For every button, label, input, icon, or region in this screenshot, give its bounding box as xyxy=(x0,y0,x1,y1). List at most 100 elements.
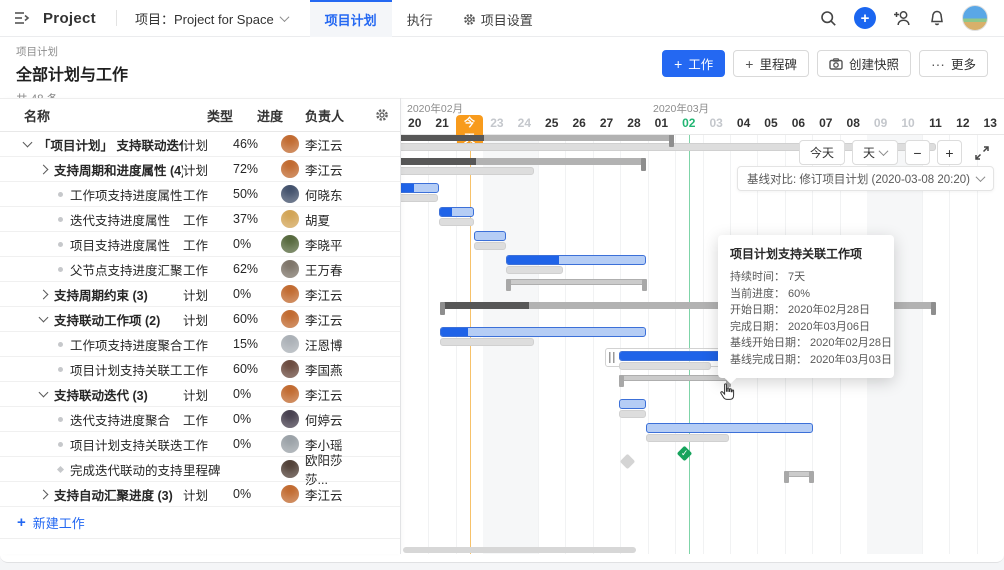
task-bar[interactable] xyxy=(439,207,474,217)
row-type: 计划 xyxy=(183,313,209,328)
collapse-caret-icon[interactable] xyxy=(38,312,49,323)
gantt-horizontal-scrollbar[interactable] xyxy=(403,547,636,553)
table-row[interactable]: 支持联动迭代 (3) 计划 0% 李江云 xyxy=(0,382,400,407)
tab-execute[interactable]: 执行 xyxy=(392,0,448,37)
expand-caret-icon[interactable] xyxy=(38,164,49,174)
summary-bar[interactable] xyxy=(401,158,646,171)
gantt-day-28[interactable]: 28 xyxy=(620,115,647,134)
gantt-day-07[interactable]: 07 xyxy=(812,115,839,134)
table-row[interactable]: 「项目计划」 支持联动迭代和... (5)计划 46% 李江云 xyxy=(0,132,400,157)
table-row[interactable]: 迭代支持进度属性 工作 37% 胡夏 xyxy=(0,207,400,232)
gantt-day-24[interactable]: 24 xyxy=(511,115,538,134)
gantt-day-03[interactable]: 03 xyxy=(702,115,729,134)
col-progress[interactable]: 进度 xyxy=(257,106,305,125)
col-owner[interactable]: 负责人 xyxy=(305,106,364,125)
gantt-day-25[interactable]: 25 xyxy=(538,115,565,134)
baseline-compare-select[interactable]: 基线对比: 修订项目计划 (2020-03-08 20:20) xyxy=(736,166,994,191)
table-row[interactable]: 工作项支持进度聚合 工作 15% 汪恩博 xyxy=(0,332,400,357)
invite-member-icon[interactable] xyxy=(893,10,912,26)
owner-name: 李江云 xyxy=(305,388,343,403)
task-bar[interactable] xyxy=(440,327,646,337)
gantt-day-08[interactable]: 08 xyxy=(840,115,867,134)
fullscreen-icon[interactable] xyxy=(969,140,994,165)
owner-name: 李江云 xyxy=(305,288,343,303)
owner-name: 李晓平 xyxy=(305,238,343,253)
table-row[interactable]: 支持周期约束 (3) 计划 0% 李江云 xyxy=(0,282,400,307)
collapse-sidebar-icon[interactable] xyxy=(14,11,31,25)
milestone-done-icon[interactable]: ✓ xyxy=(676,445,693,462)
gantt-day-21[interactable]: 21 xyxy=(428,115,455,134)
row-name-text: 支持周期和进度属性 (4) xyxy=(54,163,183,178)
table-row[interactable]: 工作项支持进度属性 工作 50% 何晓东 xyxy=(0,182,400,207)
zoom-in-button[interactable]: + xyxy=(937,140,962,165)
month-label: 2020年03月 xyxy=(653,103,710,115)
gantt-day-26[interactable]: 26 xyxy=(565,115,592,134)
summary-empty-bar[interactable] xyxy=(784,471,814,483)
table-row[interactable]: 迭代支持进度聚合 工作 0% 何婷云 xyxy=(0,407,400,432)
gantt-day-02[interactable]: 02 xyxy=(675,115,702,134)
table-row[interactable]: 项目支持进度属性 工作 0% 李晓平 xyxy=(0,232,400,257)
product-logo[interactable]: Project xyxy=(43,10,96,27)
row-type: 工作 xyxy=(183,263,209,278)
gantt-day-10[interactable]: 10 xyxy=(894,115,921,134)
owner-avatar xyxy=(281,360,299,378)
gear-icon xyxy=(463,13,475,25)
gantt-day-01[interactable]: 01 xyxy=(648,115,675,134)
gantt-day-20[interactable]: 20 xyxy=(401,115,428,134)
summary-empty-bar[interactable] xyxy=(619,375,731,387)
task-bar[interactable] xyxy=(474,231,506,241)
gantt-day-06[interactable]: 06 xyxy=(785,115,812,134)
gantt-day-23[interactable]: 23 xyxy=(483,115,510,134)
gantt-day-09[interactable]: 09 xyxy=(867,115,894,134)
task-bar[interactable] xyxy=(506,255,646,265)
gantt-day-04[interactable]: 04 xyxy=(730,115,757,134)
owner-avatar xyxy=(281,285,299,303)
tab-project-plan[interactable]: 项目计划 xyxy=(309,0,392,37)
goto-today-button[interactable]: 今天 xyxy=(798,140,845,165)
add-milestone-button[interactable]: + 里程碑 xyxy=(733,50,809,77)
milestone-baseline-icon[interactable] xyxy=(619,453,636,470)
expand-caret-icon[interactable] xyxy=(38,489,49,499)
table-row[interactable]: 支持联动工作项 (2) 计划 60% 李江云 xyxy=(0,307,400,332)
time-unit-select[interactable]: 天 xyxy=(851,140,898,165)
table-settings-gear-icon[interactable] xyxy=(364,108,400,122)
tab-project-settings[interactable]: 项目设置 xyxy=(448,0,548,37)
table-row[interactable]: 支持自动汇聚进度 (3) 计划 0% 李江云 xyxy=(0,482,400,507)
user-avatar[interactable] xyxy=(962,5,988,31)
row-name-cell: 完成迭代联动的支持 xyxy=(0,460,183,479)
collapse-caret-icon[interactable] xyxy=(22,137,33,148)
gantt-day-27[interactable]: 27 xyxy=(593,115,620,134)
header-actions: + 工作 + 里程碑 创建快照 ··· 更多 xyxy=(662,44,988,98)
search-icon[interactable] xyxy=(820,10,837,27)
table-row[interactable]: 父节点支持进度汇聚 工作 62% 王万春 xyxy=(0,257,400,282)
task-bar[interactable] xyxy=(646,423,813,433)
summary-cap-right xyxy=(931,302,936,315)
collapse-caret-icon[interactable] xyxy=(38,387,49,398)
new-work-button[interactable]: + 新建工作 xyxy=(0,507,400,539)
more-button[interactable]: ··· 更多 xyxy=(918,50,988,77)
create-snapshot-button[interactable]: 创建快照 xyxy=(816,50,911,77)
add-work-button[interactable]: + 工作 xyxy=(662,50,726,77)
table-row[interactable]: 项目计划支持关联工作项工作 60% 李国燕 xyxy=(0,357,400,382)
gantt-day-05[interactable]: 05 xyxy=(757,115,784,134)
drag-handle-left[interactable] xyxy=(608,352,616,363)
col-name[interactable]: 名称 xyxy=(0,106,207,125)
gantt-day-11[interactable]: 11 xyxy=(922,115,949,134)
ellipsis-icon: ··· xyxy=(930,55,945,72)
summary-cap-left xyxy=(506,279,511,291)
project-switcher[interactable]: 项目：Project for Space xyxy=(127,9,296,28)
create-plus-button[interactable]: + xyxy=(854,7,876,29)
gantt-day-今天[interactable]: 今天 xyxy=(455,115,484,147)
gantt-day-12[interactable]: 12 xyxy=(949,115,976,134)
zoom-out-button[interactable]: − xyxy=(905,140,930,165)
summary-empty-bar[interactable] xyxy=(506,279,647,291)
notifications-bell-icon[interactable] xyxy=(929,10,945,27)
task-bar[interactable] xyxy=(401,183,439,193)
table-row[interactable]: 完成迭代联动的支持 里程碑 欧阳莎莎... xyxy=(0,454,400,487)
expand-caret-icon[interactable] xyxy=(38,289,49,299)
gantt-day-13[interactable]: 13 xyxy=(977,115,1004,134)
summary-bar[interactable] xyxy=(401,135,674,147)
task-bar[interactable] xyxy=(619,399,646,409)
col-type[interactable]: 类型 xyxy=(207,106,257,125)
table-row[interactable]: 支持周期和进度属性 (4) 计划 72% 李江云 xyxy=(0,157,400,182)
